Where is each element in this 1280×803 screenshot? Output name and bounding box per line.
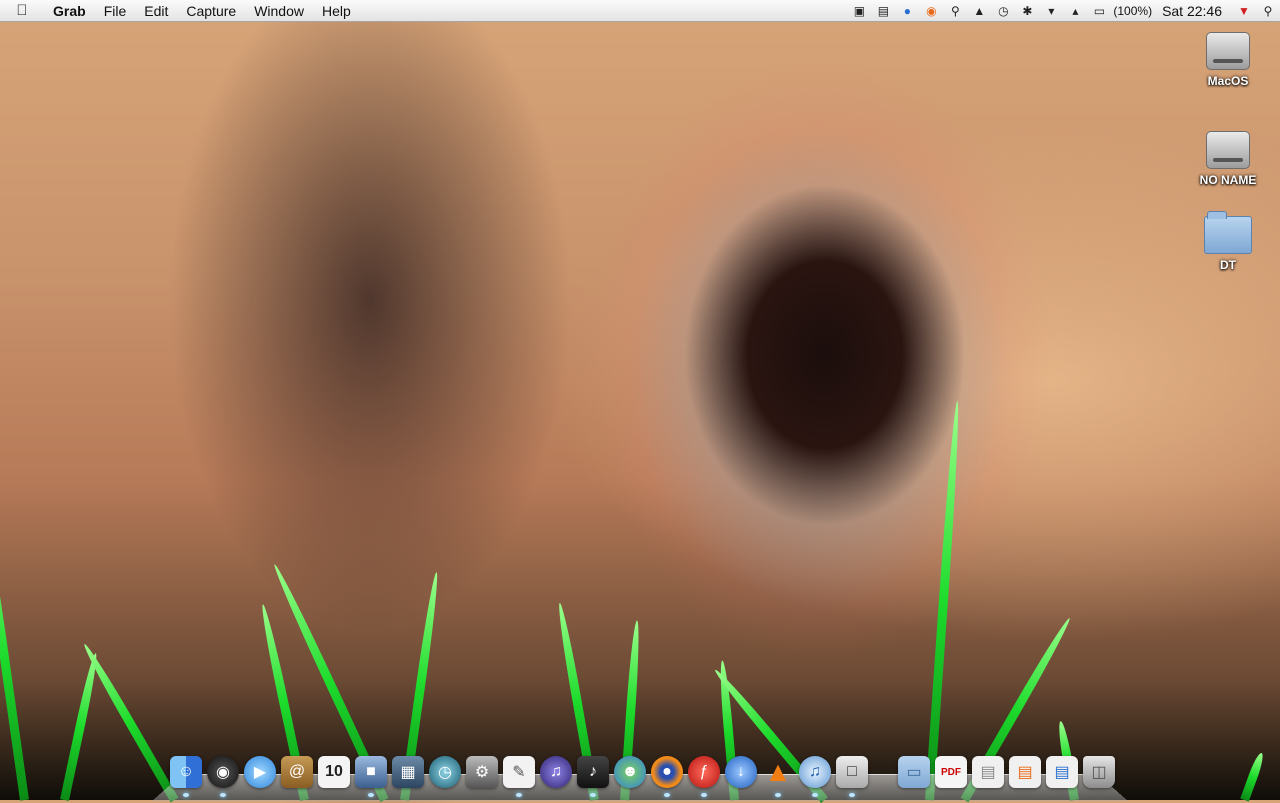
window-icon[interactable]: ▤ [1046,756,1078,788]
folder-icon[interactable]: ▭ [898,756,930,788]
menu-capture[interactable]: Capture [177,3,245,19]
download-icon[interactable]: ↓ [725,756,757,788]
desktop-icon-label: MacOS [1207,74,1249,88]
utility-icon[interactable]: □ [836,756,868,797]
apple-menu-icon[interactable]:  [0,2,44,19]
grass-blade [80,641,179,803]
shield-icon[interactable]: ▼ [1232,0,1256,22]
media-icon[interactable]: ♫ [540,756,572,788]
grass-blade [0,512,29,801]
firefox-icon[interactable]: ● [651,756,683,797]
address-book-icon[interactable]: @ [281,756,313,788]
volume-icon[interactable]: ▴ [1063,0,1087,22]
system-preferences-icon[interactable]: ⚙ [466,756,498,788]
hard-drive-icon [1206,131,1250,169]
firefox-icon[interactable]: ◉ [919,0,943,22]
finder-icon[interactable]: ☺ [170,756,202,797]
trash-icon[interactable]: ◫ [1083,756,1115,788]
grass-blade [925,400,962,801]
script-icon[interactable]: ▣ [847,0,871,22]
time-machine-icon[interactable]: ◷ [991,0,1015,22]
battery-percent[interactable]: (100%) [1111,4,1158,18]
lock-icon[interactable]: ▲ [967,0,991,22]
desktop-icon-label: NO NAME [1199,173,1257,187]
bluetooth-icon[interactable]: ✱ [1015,0,1039,22]
menu-file[interactable]: File [95,3,136,19]
battery-icon[interactable]: ▭ [1087,0,1111,22]
ical-icon[interactable]: 10 [318,756,350,788]
vlc-icon[interactable]: ▲ [762,756,794,797]
itunes-icon[interactable]: ♫ [799,756,831,797]
folder-icon [1204,211,1252,254]
desktop-icon-dt[interactable]: DT [1183,211,1273,272]
guitar-icon[interactable]: ♪ [577,756,609,797]
menu-bar:  Grab File Edit Capture Window Help ▣ ▤… [0,0,1280,22]
spotlight-glass-icon[interactable]: ⚲ [943,0,967,22]
menu-help[interactable]: Help [313,3,360,19]
dock-separator [873,756,893,788]
time-machine-icon[interactable]: ◷ [429,756,461,788]
grass-blade [1240,751,1266,802]
dock: ☺ ◉ ▶ @ 10 ■ ▦ ◷ ⚙ ✎ ♫ ♪ ☻ ● ƒ ↓ ▲ ♫ □ ▭… [170,744,1120,797]
status-area: ▣ ▤ ● ◉ ⚲ ▲ ◷ ✱ ▾ ▴ ▭ (100%) Sat 22:46 ▼… [847,0,1280,22]
desktop-icon-macos[interactable]: MacOS [1183,32,1273,88]
dashboard-icon[interactable]: ◉ [207,756,239,797]
desktop-icon-no-name[interactable]: NO NAME [1183,131,1273,187]
wifi-icon[interactable]: ▾ [1039,0,1063,22]
menu-app-name[interactable]: Grab [44,3,95,19]
grass-blade [60,652,101,801]
menu-window[interactable]: Window [245,3,313,19]
textedit-icon[interactable]: ✎ [503,756,535,797]
messenger-icon[interactable]: ☻ [614,756,646,788]
desktop-icon-label: DT [1220,258,1236,272]
display-icon[interactable]: ▤ [871,0,895,22]
window-icon[interactable]: ▤ [972,756,1004,788]
flash-icon[interactable]: ƒ [688,756,720,797]
globe-icon[interactable]: ● [895,0,919,22]
search-icon[interactable]: ⚲ [1256,0,1280,22]
ichat-icon[interactable]: ▶ [244,756,276,788]
menu-edit[interactable]: Edit [135,3,177,19]
window-icon[interactable]: ▤ [1009,756,1041,788]
iphoto-icon[interactable]: ■ [355,756,387,797]
hard-drive-icon [1206,32,1250,70]
expose-icon[interactable]: ▦ [392,756,424,788]
menu-clock[interactable]: Sat 22:46 [1158,3,1232,19]
pdf-icon[interactable]: PDF [935,756,967,788]
